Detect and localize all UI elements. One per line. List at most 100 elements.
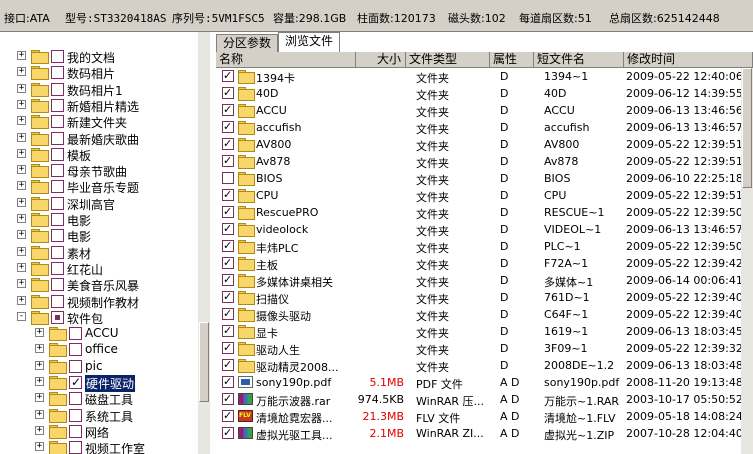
- file-row-checkbox[interactable]: [222, 188, 234, 201]
- tree-item[interactable]: + 素材: [0, 244, 200, 261]
- expand-icon[interactable]: +: [17, 67, 26, 77]
- file-row-checkbox[interactable]: [222, 222, 234, 235]
- expand-icon[interactable]: +: [35, 425, 44, 435]
- tree-item-label[interactable]: pic: [85, 359, 103, 373]
- file-row-checkbox[interactable]: [222, 307, 234, 320]
- expand-icon[interactable]: +: [17, 165, 26, 175]
- file-row[interactable]: Av878 文件夹 D Av878 2009-05-22 12:39:51: [216, 153, 753, 170]
- tree-item-checkbox[interactable]: [51, 261, 64, 275]
- tree-item[interactable]: + 毕业音乐专题: [0, 178, 200, 195]
- tree-item-checkbox[interactable]: [51, 66, 64, 80]
- file-row[interactable]: videolock 文件夹 D VIDEOL~1 2009-06-13 13:46:57: [216, 221, 753, 238]
- tree-item[interactable]: + 最新婚庆歌曲: [0, 130, 200, 147]
- tree-item-checkbox[interactable]: [51, 98, 64, 112]
- tree-item[interactable]: + 模板: [0, 146, 200, 163]
- file-row-checkbox[interactable]: [222, 137, 234, 150]
- file-row-checkbox[interactable]: [222, 239, 234, 252]
- tree-item-checkbox[interactable]: [69, 375, 82, 389]
- tree-item-label[interactable]: 视频工作室: [85, 440, 145, 454]
- tab-partition-params[interactable]: 分区参数: [216, 34, 279, 52]
- tree-item[interactable]: + ACCU: [0, 325, 200, 342]
- tree-item-checkbox[interactable]: [51, 245, 64, 259]
- tree-item[interactable]: + 我的文档: [0, 48, 200, 65]
- file-row[interactable]: 万能示波器.rar 974.5KB WinRAR 压... A D 万能示~1.RAR 2…: [216, 391, 753, 408]
- tree-item-label[interactable]: office: [85, 342, 118, 356]
- file-row-checkbox[interactable]: [222, 426, 234, 439]
- file-row-checkbox[interactable]: [222, 358, 234, 371]
- file-row[interactable]: 驱动精灵2008... 文件夹 D 2008DE~1.2 2009-06-13 18:0…: [216, 357, 753, 374]
- column-header-name[interactable]: 名称: [216, 52, 356, 68]
- tree-item-checkbox[interactable]: [51, 131, 64, 145]
- expand-icon[interactable]: +: [17, 132, 26, 142]
- tab-browse-files[interactable]: 浏览文件: [278, 32, 341, 52]
- tree-item-checkbox[interactable]: [51, 196, 64, 210]
- file-row-checkbox[interactable]: [222, 172, 234, 184]
- tree-item[interactable]: + 视频工作室: [0, 439, 200, 454]
- column-header-attributes[interactable]: 属性: [490, 52, 534, 68]
- file-row[interactable]: 扫描仪 文件夹 D 761D~1 2009-05-22 12:39:40: [216, 289, 753, 306]
- tree-item[interactable]: + office: [0, 341, 200, 358]
- file-row-checkbox[interactable]: [222, 256, 234, 269]
- file-row[interactable]: accufish 文件夹 Daccufish 2009-06-13 13:46:57: [216, 119, 753, 136]
- expand-icon[interactable]: +: [35, 344, 44, 354]
- column-header-short-name[interactable]: 短文件名: [534, 52, 624, 68]
- column-header-type[interactable]: 文件类型: [406, 52, 490, 68]
- expand-icon[interactable]: +: [35, 377, 44, 386]
- tree-item[interactable]: + 美食音乐风暴: [0, 276, 200, 293]
- file-row[interactable]: ACCU 文件夹 D ACCU 2009-06-13 13:46:56: [216, 102, 753, 119]
- file-row-checkbox[interactable]: [222, 120, 234, 133]
- file-row-checkbox[interactable]: [222, 86, 234, 99]
- tree-item[interactable]: + 深圳高官: [0, 195, 200, 212]
- expand-icon[interactable]: +: [35, 409, 44, 419]
- tree-item[interactable]: + 新婚相片精选: [0, 97, 200, 114]
- file-row-checkbox[interactable]: [222, 375, 234, 388]
- expand-icon[interactable]: +: [17, 148, 26, 158]
- tree-item-checkbox[interactable]: [51, 115, 64, 129]
- tree-item[interactable]: + 电影: [0, 211, 200, 228]
- column-header-modified[interactable]: 修改时间: [624, 52, 753, 68]
- file-row[interactable]: 清境尬霓宏器... 21.3MB FLV 文件 A D 清境尬~1.FLV 2009-05…: [216, 408, 753, 425]
- expand-icon[interactable]: +: [17, 246, 26, 256]
- tree-item-checkbox[interactable]: [69, 408, 82, 422]
- collapse-icon[interactable]: -: [17, 311, 26, 321]
- column-header-size[interactable]: 大小: [356, 52, 406, 68]
- tree-item-checkbox[interactable]: [51, 213, 64, 226]
- file-row-checkbox[interactable]: [222, 103, 234, 116]
- tree-item[interactable]: + 数码相片1: [0, 81, 200, 98]
- tree-item-checkbox[interactable]: [69, 424, 82, 438]
- tree-item[interactable]: + 母亲节歌曲: [0, 162, 200, 179]
- tree-item-checkbox[interactable]: [51, 278, 64, 292]
- tree-item[interactable]: - 软件包: [0, 309, 200, 326]
- file-row[interactable]: 显卡 文件夹 D 1619~1 2009-06-13 18:03:45: [216, 323, 753, 340]
- tree-scrollbar-thumb[interactable]: [199, 322, 209, 402]
- tree-item-checkbox[interactable]: [51, 147, 64, 161]
- expand-icon[interactable]: +: [35, 360, 44, 370]
- file-row[interactable]: 多媒体讲桌相关 文件夹 D 多媒体~1 2009-06-14 00:06:41: [216, 272, 753, 289]
- file-row-checkbox[interactable]: [222, 392, 234, 405]
- expand-icon[interactable]: +: [17, 230, 26, 240]
- tree-item[interactable]: + 系统工具: [0, 407, 200, 424]
- tree-item-checkbox[interactable]: [69, 343, 82, 357]
- file-row[interactable]: AV800 文件夹 D AV800 2009-05-22 12:39:51: [216, 136, 753, 153]
- file-row-checkbox[interactable]: [222, 324, 234, 337]
- tree-item-checkbox[interactable]: [51, 229, 64, 243]
- file-row[interactable]: CPU 文件夹 D CPU 2009-05-22 12:39:51: [216, 187, 753, 204]
- file-row-checkbox[interactable]: [222, 341, 234, 354]
- expand-icon[interactable]: +: [17, 51, 26, 60]
- tree-item-checkbox[interactable]: [51, 310, 64, 324]
- file-row[interactable]: 摄像头驱动 文件夹 D C64F~1 2009-05-22 12:39:40: [216, 306, 753, 323]
- tree-item[interactable]: + 新建文件夹: [0, 113, 200, 130]
- file-row-checkbox[interactable]: [222, 290, 234, 303]
- file-row-checkbox[interactable]: [222, 205, 234, 218]
- tree-item[interactable]: +硬件驱动: [0, 374, 200, 392]
- file-row-checkbox[interactable]: [222, 69, 234, 82]
- tree-item-checkbox[interactable]: [69, 327, 82, 341]
- expand-icon[interactable]: +: [35, 442, 44, 452]
- expand-icon[interactable]: +: [17, 99, 26, 109]
- file-row-checkbox[interactable]: [222, 154, 234, 167]
- expand-icon[interactable]: +: [17, 279, 26, 289]
- file-list-scrollbar[interactable]: [741, 68, 753, 454]
- expand-icon[interactable]: +: [17, 181, 26, 191]
- file-list-scrollbar-thumb[interactable]: [742, 68, 752, 188]
- tree-item-checkbox[interactable]: [51, 164, 64, 178]
